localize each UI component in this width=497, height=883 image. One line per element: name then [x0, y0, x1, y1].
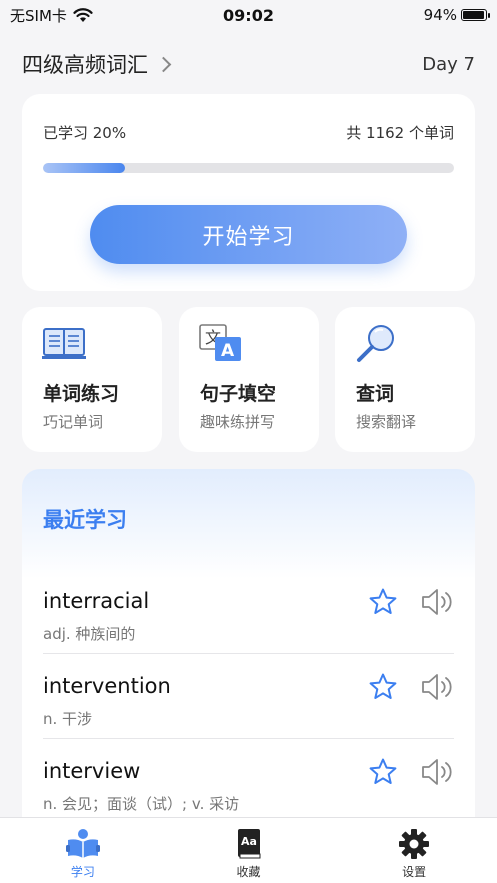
- progress-bar: [43, 163, 454, 173]
- star-icon[interactable]: [368, 587, 398, 617]
- wifi-icon: [73, 7, 93, 22]
- day-label: Day 7: [422, 53, 475, 75]
- feature-subtitle: 趣味练拼写: [200, 413, 276, 431]
- status-right: 94%: [423, 6, 490, 24]
- speaker-icon[interactable]: [420, 587, 454, 617]
- recent-title: 最近学习: [43, 508, 127, 532]
- feature-title: 单词练习: [43, 383, 120, 405]
- list-item[interactable]: intervention n. 干涉: [43, 654, 454, 739]
- book-selector[interactable]: 四级高频词汇: [22, 49, 172, 79]
- feature-card-word-practice[interactable]: 单词练习 巧记单词: [22, 307, 162, 452]
- battery-icon: [461, 9, 490, 21]
- word-definition: n. 会见；面谈（试）; v. 采访: [43, 795, 240, 813]
- start-learning-button[interactable]: 开始学习: [90, 205, 407, 264]
- header: 四级高频词汇 Day 7: [22, 48, 475, 80]
- total-words-label: 共 1162 个单词: [346, 124, 454, 142]
- speaker-icon[interactable]: [420, 672, 454, 702]
- book-title: 四级高频词汇: [22, 53, 148, 77]
- tab-bar: 学习 Aa 收藏 设置: [0, 817, 497, 883]
- book-icon: [42, 328, 86, 359]
- learned-label: 已学习 20%: [43, 124, 127, 142]
- feature-card-lookup[interactable]: 查词 搜索翻译: [335, 307, 475, 452]
- star-icon[interactable]: [368, 757, 398, 787]
- progress-fill: [43, 163, 126, 173]
- progress-card: 已学习 20% 共 1162 个单词 开始学习: [22, 94, 475, 291]
- svg-text:Aa: Aa: [241, 835, 257, 848]
- tab-label: 学习: [70, 865, 95, 879]
- status-left: 无SIM卡: [10, 5, 93, 26]
- star-icon[interactable]: [368, 672, 398, 702]
- list-item[interactable]: interracial adj. 种族间的: [43, 569, 454, 654]
- study-icon: [65, 829, 100, 858]
- status-bar: 无SIM卡 09:02 94%: [0, 0, 497, 30]
- chevron-right-icon: [155, 56, 172, 72]
- feature-title: 查词: [356, 383, 395, 405]
- word-text: interracial: [43, 589, 150, 613]
- tab-label: 设置: [402, 865, 427, 879]
- magnifier-icon: [357, 325, 394, 362]
- progress-row: 已学习 20% 共 1162 个单词: [43, 122, 454, 143]
- tab-study[interactable]: 学习: [0, 818, 166, 883]
- feature-title: 句子填空: [200, 383, 277, 405]
- translate-icon: 文 A: [199, 324, 241, 361]
- svg-text:A: A: [221, 341, 235, 361]
- word-text: interview: [43, 759, 141, 783]
- tab-label: 收藏: [236, 865, 261, 879]
- carrier-label: 无SIM卡: [10, 6, 67, 25]
- speaker-icon[interactable]: [420, 757, 454, 787]
- feature-card-sentence-fill[interactable]: 文 A 句子填空 趣味练拼写: [179, 307, 319, 452]
- tab-favorites[interactable]: Aa 收藏: [166, 818, 332, 883]
- feature-subtitle: 搜索翻译: [356, 413, 417, 431]
- word-definition: adj. 种族间的: [43, 625, 136, 643]
- tab-settings[interactable]: 设置: [331, 818, 497, 883]
- word-definition: n. 干涉: [43, 710, 93, 728]
- battery-label: 94%: [423, 6, 457, 24]
- battery-fill: [463, 11, 484, 19]
- dictionary-icon: Aa: [237, 829, 260, 859]
- feature-subtitle: 巧记单词: [43, 413, 104, 431]
- list-item[interactable]: interview n. 会见；面谈（试）; v. 采访: [43, 739, 454, 824]
- gear-icon: [399, 829, 430, 859]
- word-text: intervention: [43, 674, 171, 698]
